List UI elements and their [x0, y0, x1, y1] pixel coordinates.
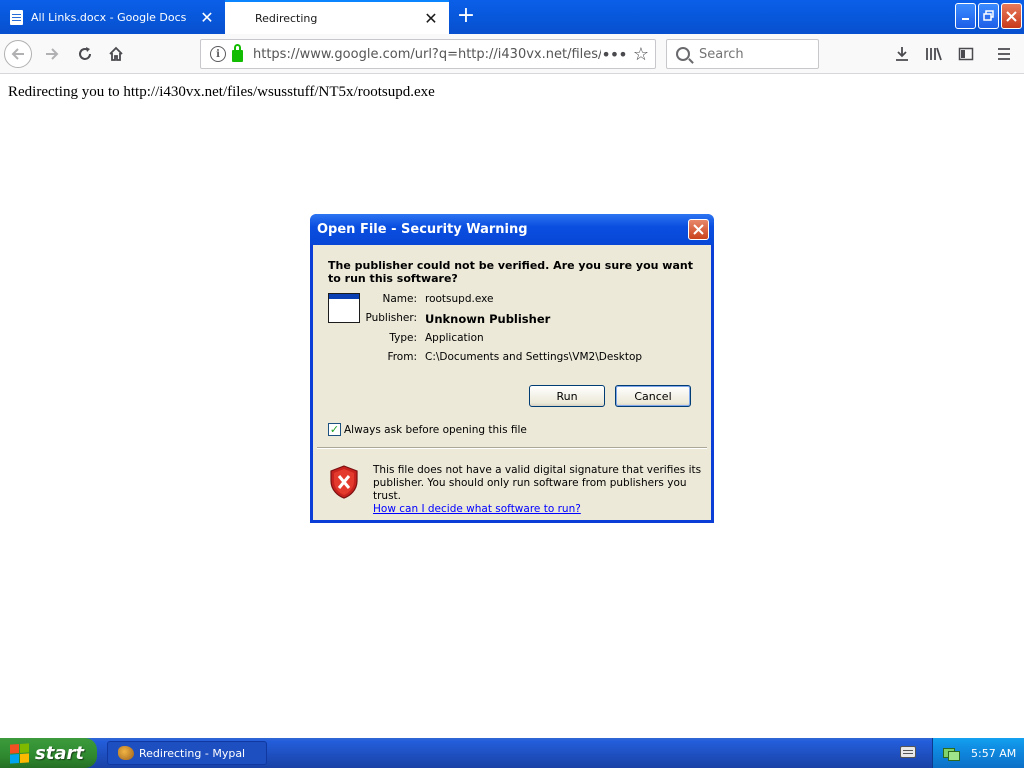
browser-tab-bar: All Links.docx - Google Docs ✕ Redirecti…: [0, 0, 1024, 34]
divider: [317, 447, 707, 449]
new-tab-button[interactable]: +: [452, 3, 480, 31]
minimize-icon: [961, 18, 969, 20]
help-link[interactable]: How can I decide what software to run?: [373, 503, 581, 515]
field-value: Application: [425, 332, 484, 344]
restore-button[interactable]: [978, 3, 999, 29]
menu-button[interactable]: [990, 40, 1018, 68]
type-row: Type: Application: [313, 332, 484, 344]
field-label: Name:: [382, 293, 417, 305]
tab-google-docs[interactable]: All Links.docx - Google Docs ✕: [0, 0, 225, 34]
info-icon[interactable]: i: [210, 46, 226, 62]
field-label: Type:: [389, 332, 417, 344]
clock[interactable]: 5:57 AM: [971, 747, 1016, 760]
hamburger-menu-icon: [998, 48, 1010, 60]
publisher-row: Publisher: Unknown Publisher: [313, 312, 550, 326]
tab-label: All Links.docx - Google Docs: [31, 10, 187, 24]
tab-close-icon[interactable]: ✕: [197, 7, 217, 27]
run-button[interactable]: Run: [529, 385, 605, 407]
back-arrow-icon: [11, 48, 24, 60]
downloads-button[interactable]: [888, 40, 916, 68]
security-shield-icon: [330, 465, 358, 499]
minimize-button[interactable]: [955, 3, 976, 29]
sidebar-button[interactable]: [952, 40, 980, 68]
tab-close-icon[interactable]: ✕: [421, 8, 441, 28]
tab-redirecting[interactable]: Redirecting ✕: [225, 0, 449, 34]
warning-message: This file does not have a valid digital …: [373, 464, 703, 516]
navigation-toolbar: i https://www.google.com/url?q=http://i4…: [0, 34, 1024, 74]
url-text[interactable]: https://www.google.com/url?q=http://i430…: [253, 47, 601, 62]
always-ask-row[interactable]: ✓ Always ask before opening this file: [328, 423, 527, 436]
system-tray: 5:57 AM: [932, 738, 1024, 768]
close-icon: [1006, 10, 1017, 22]
dialog-body: The publisher could not be verified. Are…: [313, 245, 711, 520]
always-ask-checkbox[interactable]: ✓: [328, 423, 341, 436]
windows-logo-icon: [10, 742, 29, 764]
download-icon: [896, 47, 908, 61]
bookmark-star-icon[interactable]: ☆: [627, 44, 655, 65]
lock-icon[interactable]: [232, 44, 243, 62]
back-button[interactable]: [4, 40, 32, 68]
forward-arrow-icon: [46, 48, 59, 60]
taskbar: start Redirecting - Mypal 5:57 AM: [0, 738, 1024, 768]
window-close-button[interactable]: [1001, 3, 1022, 29]
task-label: Redirecting - Mypal: [139, 746, 246, 760]
from-row: From: C:\Documents and Settings\VM2\Desk…: [313, 351, 642, 363]
mypal-browser-icon: [118, 746, 134, 760]
network-icon[interactable]: [943, 746, 960, 761]
close-icon: [693, 224, 704, 235]
forward-button[interactable]: [38, 40, 66, 68]
start-button[interactable]: start: [0, 738, 97, 768]
field-label: Publisher:: [365, 312, 417, 324]
home-icon: [109, 46, 123, 61]
warning-text: This file does not have a valid digital …: [373, 464, 702, 502]
search-icon: [676, 47, 690, 61]
search-placeholder: Search: [699, 46, 744, 62]
library-button[interactable]: [920, 40, 948, 68]
start-label: start: [35, 742, 84, 764]
redirect-message: Redirecting you to http://i430vx.net/fil…: [8, 84, 435, 100]
sidebar-icon: [958, 47, 974, 61]
field-value: C:\Documents and Settings\VM2\Desktop: [425, 351, 643, 363]
page-actions-icon[interactable]: •••: [601, 45, 627, 64]
search-bar[interactable]: Search: [666, 39, 819, 69]
home-button[interactable]: [102, 40, 130, 68]
taskbar-item-mypal[interactable]: Redirecting - Mypal: [107, 741, 267, 765]
file-name-row: Name: rootsupd.exe: [313, 293, 493, 305]
restore-icon: [982, 10, 994, 21]
cancel-button[interactable]: Cancel: [615, 385, 691, 407]
dialog-close-button[interactable]: [688, 219, 709, 240]
tab-label: Redirecting: [255, 11, 318, 25]
field-value: rootsupd.exe: [425, 293, 494, 305]
field-label: From:: [387, 351, 417, 363]
keyboard-icon[interactable]: [900, 746, 916, 758]
security-warning-dialog: Open File - Security Warning The publish…: [310, 214, 714, 523]
publisher-question: The publisher could not be verified. Are…: [328, 259, 693, 285]
address-bar[interactable]: i https://www.google.com/url?q=http://i4…: [200, 39, 656, 69]
google-docs-icon: [10, 9, 23, 25]
checkbox-label[interactable]: Always ask before opening this file: [344, 424, 527, 436]
dialog-title[interactable]: Open File - Security Warning: [310, 214, 714, 245]
reload-icon: [79, 47, 91, 60]
reload-button[interactable]: [71, 40, 99, 68]
library-icon: [926, 47, 942, 61]
field-value: Unknown Publisher: [425, 312, 551, 326]
